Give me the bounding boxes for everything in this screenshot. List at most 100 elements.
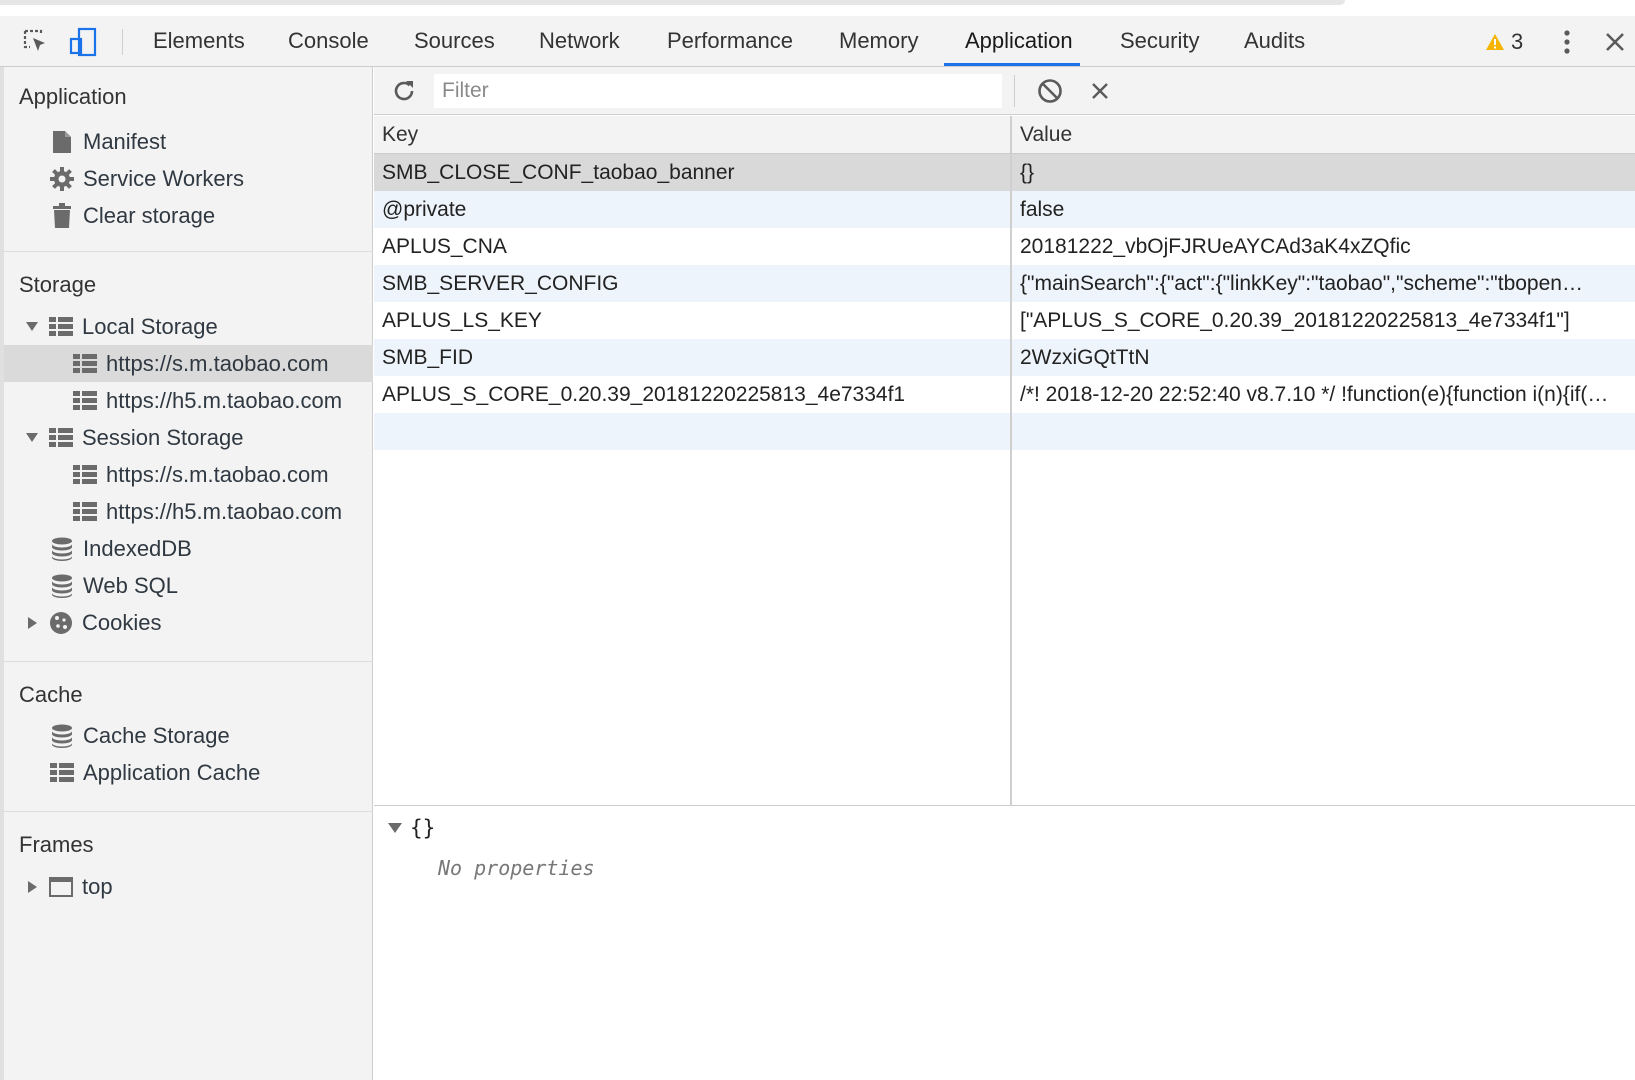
scroll-strip [0,0,1345,5]
frame-icon [48,874,74,900]
column-divider[interactable] [1010,116,1012,806]
cookie-icon [48,610,74,636]
table-row-empty[interactable] [374,413,1635,450]
storage-toolbar [374,67,1635,115]
collapsed-triangle-icon[interactable] [26,616,38,629]
sidebar-item-label: Service Workers [83,165,244,191]
sidebar-item-label: Web SQL [83,572,178,598]
table-cell-value[interactable]: false [1012,191,1635,228]
tab-performance[interactable]: Performance [667,16,793,67]
column-header-value[interactable]: Value [1012,116,1072,154]
database-icon [49,723,75,749]
sidebar-item-label: IndexedDB [83,535,192,561]
close-devtools-icon[interactable] [1600,16,1630,67]
table-row[interactable]: APLUS_S_CORE_0.20.39_20181220225813_4e73… [374,376,1635,413]
sidebar-divider [4,251,373,252]
sidebar-item-label: https://h5.m.taobao.com [106,387,343,413]
column-header-key[interactable]: Key [374,116,418,154]
tab-application[interactable]: Application [965,16,1073,67]
sidebar-item-local-storage-h5-m-taobao[interactable]: https://h5.m.taobao.com [4,382,373,419]
grid-icon [49,760,75,786]
table-header: Key Value [374,116,1635,154]
more-menu-icon[interactable] [1552,16,1582,67]
sidebar-item-session-storage-h5-m-taobao[interactable]: https://h5.m.taobao.com [4,493,373,530]
devtools-tabbar: Elements Console Sources Network Perform… [0,16,1635,67]
sidebar-item-label: Manifest [83,128,167,154]
sidebar-item-service-workers[interactable]: Service Workers [4,160,373,197]
expanded-triangle-icon[interactable] [26,433,38,442]
sidebar-item-session-storage[interactable]: Session Storage [4,419,373,456]
tab-security[interactable]: Security [1120,16,1199,67]
table-cell-key[interactable]: SMB_FID [374,339,1010,376]
sidebar-item-local-storage[interactable]: Local Storage [4,308,373,345]
table-cell-key[interactable]: SMB_CLOSE_CONF_taobao_banner [374,154,1010,191]
grid-icon [72,499,98,525]
table-cell-value[interactable]: {"mainSearch":{"act":{"linkKey":"taobao"… [1012,265,1635,302]
tab-audits[interactable]: Audits [1244,16,1305,67]
sidebar-item-label: Clear storage [83,202,216,228]
table-row[interactable]: APLUS_CNA 20181222_vbOjFJRUeAYCAd3aK4xZQ… [374,228,1635,265]
tab-network[interactable]: Network [539,16,620,67]
delete-selected-icon[interactable] [1084,67,1116,115]
sidebar-item-indexeddb[interactable]: IndexedDB [4,530,373,567]
clear-all-icon[interactable] [1034,67,1066,115]
table-cell-key[interactable]: SMB_SERVER_CONFIG [374,265,1010,302]
collapsed-triangle-icon[interactable] [26,880,38,893]
trash-icon [49,202,75,229]
tab-memory[interactable]: Memory [839,16,918,67]
grid-icon [72,462,98,488]
table-cell-key[interactable]: APLUS_S_CORE_0.20.39_20181220225813_4e73… [374,376,1010,413]
gear-icon [49,166,75,192]
tab-sources[interactable]: Sources [414,16,495,67]
table-cell-value[interactable]: 2WzxiGQtTtN [1012,339,1635,376]
warnings-count: 3 [1511,28,1524,54]
sidebar-divider [4,811,373,812]
sidebar-item-clear-storage[interactable]: Clear storage [4,197,373,234]
device-toolbar-icon[interactable] [66,16,102,67]
warning-icon [1486,33,1504,50]
sidebar-item-cache-storage[interactable]: Cache Storage [4,717,373,754]
grid-icon [72,351,98,377]
preview-object-label: {} [410,816,436,840]
preview-object[interactable]: {} [388,816,435,840]
sidebar-item-web-sql[interactable]: Web SQL [4,567,373,604]
inspect-element-icon[interactable] [18,16,54,67]
table-row[interactable]: APLUS_LS_KEY ["APLUS_S_CORE_0.20.39_2018… [374,302,1635,339]
grid-icon [72,388,98,414]
table-cell-value[interactable]: {} [1012,154,1635,191]
table-row[interactable]: SMB_FID 2WzxiGQtTtN [374,339,1635,376]
sidebar-item-label: top [82,873,113,899]
sidebar-item-session-storage-s-m-taobao[interactable]: https://s.m.taobao.com [4,456,373,493]
expanded-triangle-icon[interactable] [26,322,38,331]
sidebar-item-cookies[interactable]: Cookies [4,604,373,641]
grid-icon [48,425,74,451]
table-cell-key[interactable]: @private [374,191,1010,228]
sidebar-item-label: https://s.m.taobao.com [106,350,329,376]
table-cell-key[interactable]: APLUS_CNA [374,228,1010,265]
table-cell-value[interactable]: 20181222_vbOjFJRUeAYCAd3aK4xZQfic [1012,228,1635,265]
table-cell-key[interactable]: APLUS_LS_KEY [374,302,1010,339]
sidebar-item-local-storage-s-m-taobao[interactable]: https://s.m.taobao.com [4,345,373,382]
sidebar-item-label: https://h5.m.taobao.com [106,498,343,524]
refresh-icon[interactable] [388,67,420,115]
warnings-counter[interactable]: 3 [1485,16,1523,67]
sidebar-item-label: https://s.m.taobao.com [106,461,329,487]
table-cell-value[interactable]: ["APLUS_S_CORE_0.20.39_20181220225813_4e… [1012,302,1635,339]
table-cell-value[interactable]: /*! 2018-12-20 22:52:40 v8.7.10 */ !func… [1012,376,1635,413]
toolbar-separator [122,29,123,55]
preview-note: No properties [438,856,595,880]
expanded-triangle-icon[interactable] [388,823,402,833]
section-application: Application [19,84,127,109]
tab-elements[interactable]: Elements [153,16,245,67]
grid-icon [48,314,74,340]
sidebar-item-frame-top[interactable]: top [4,868,373,905]
filter-input[interactable] [434,74,1002,108]
sidebar-item-application-cache[interactable]: Application Cache [4,754,373,791]
table-row[interactable]: SMB_SERVER_CONFIG {"mainSearch":{"act":{… [374,265,1635,302]
application-sidebar: Application Manifest Service Workers Cle… [0,67,373,1080]
tab-console[interactable]: Console [288,16,369,67]
table-row[interactable]: SMB_CLOSE_CONF_taobao_banner {} [374,154,1635,191]
sidebar-item-label: Session Storage [82,424,244,450]
sidebar-item-manifest[interactable]: Manifest [4,123,373,160]
table-row[interactable]: @private false [374,191,1635,228]
